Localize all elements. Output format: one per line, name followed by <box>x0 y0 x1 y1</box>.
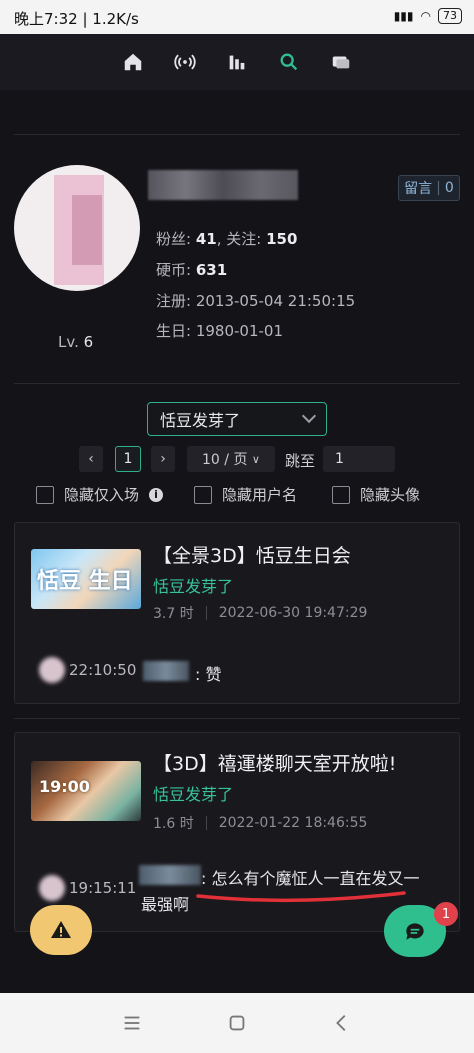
goto-input[interactable]: 1 <box>323 446 395 472</box>
checkbox-hide-entry[interactable]: 隐藏仅入场 i <box>36 484 164 505</box>
card-title[interactable]: 【全景3D】恬豆生日会 <box>153 541 351 568</box>
checkbox[interactable] <box>36 485 54 504</box>
checkbox[interactable] <box>332 485 350 504</box>
signal-icon: ▮▮▮ <box>393 9 414 23</box>
comment-user-blurred <box>139 865 201 885</box>
card-thumbnail[interactable]: 19:00 <box>31 761 141 821</box>
info-icon[interactable]: i <box>149 487 164 502</box>
search-icon[interactable] <box>276 49 302 75</box>
coins-stat: 硬币: 631 <box>156 261 228 279</box>
live-icon[interactable] <box>172 49 198 75</box>
current-page[interactable]: 1 <box>115 446 141 472</box>
ranking-icon[interactable] <box>224 49 250 75</box>
card-meta: 3.7 时 2022-06-30 19:47:29 <box>153 603 367 623</box>
checkbox-hide-avatar[interactable]: 隐藏头像 <box>332 484 420 505</box>
fans-follow-stat: 粉丝: 41, 关注: 150 <box>156 230 298 248</box>
goto-label: 跳至 <box>285 452 316 470</box>
next-page-button[interactable]: › <box>151 446 175 472</box>
prev-page-button[interactable]: ‹ <box>79 446 103 472</box>
comment-user-blurred <box>143 661 189 681</box>
card-date: 2022-06-30 19:47:29 <box>218 605 368 621</box>
comment-time: 19:15:11 <box>69 879 137 897</box>
chat-bubble-icon <box>406 923 424 940</box>
comment-time: 22:10:50 <box>69 661 137 679</box>
comment-text: : 赞 <box>195 665 222 684</box>
back-icon[interactable] <box>331 1012 353 1034</box>
comment-text: : 怎么有个魔怔人一直在发又一 <box>201 869 420 888</box>
top-nav <box>0 34 474 90</box>
divider <box>14 718 460 719</box>
home-icon[interactable] <box>120 49 146 75</box>
status-icons: ▮▮▮ ◠ 73 <box>394 8 462 24</box>
card-date: 2022-01-22 18:46:55 <box>218 815 368 831</box>
checkbox-hide-username[interactable]: 隐藏用户名 <box>194 484 297 505</box>
comment-avatar <box>39 875 65 901</box>
card-duration: 3.7 时 <box>153 606 194 622</box>
avatar[interactable] <box>14 165 140 291</box>
battery-icon: 73 <box>438 8 462 24</box>
report-button[interactable] <box>30 905 92 955</box>
menu-icon[interactable] <box>121 1012 143 1034</box>
chevron-down-icon: ∨ <box>251 452 260 466</box>
per-page-select[interactable]: 10 / 页 ∨ <box>187 446 275 472</box>
username-blurred <box>148 170 298 200</box>
register-stat: 注册: 2013-05-04 21:50:15 <box>156 292 356 310</box>
card-duration: 1.6 时 <box>153 816 194 832</box>
notification-badge: 1 <box>434 902 458 926</box>
card-thumbnail[interactable]: 恬豆 生日 <box>31 549 141 609</box>
select-value: 恬豆发芽了 <box>160 411 241 430</box>
card-author[interactable]: 恬豆发芽了 <box>153 573 233 597</box>
comment-text-continued: 最强啊 <box>141 895 190 914</box>
divider <box>14 383 460 384</box>
wifi-icon: ◠ <box>420 9 431 23</box>
divider <box>14 134 460 135</box>
system-nav-bar <box>0 993 474 1053</box>
birthday-stat: 生日: 1980-01-01 <box>156 322 284 340</box>
card-meta: 1.6 时 2022-01-22 18:46:55 <box>153 813 367 833</box>
status-bar: 晚上7:32 | 1.2K/s ▮▮▮ ◠ 73 <box>0 0 474 34</box>
checkbox[interactable] <box>194 485 212 504</box>
chevron-down-icon <box>301 408 317 424</box>
streamer-select[interactable]: 恬豆发芽了 <box>147 402 327 436</box>
comment-avatar <box>39 657 65 683</box>
message-button[interactable]: 留言 | 0 <box>398 175 460 201</box>
messages-icon[interactable] <box>328 49 354 75</box>
card-title[interactable]: 【3D】禧運楼聊天室开放啦! <box>153 749 396 776</box>
status-time: 晚上7:32 | 1.2K/s <box>14 10 139 28</box>
live-record-card[interactable]: 恬豆 生日 【全景3D】恬豆生日会 恬豆发芽了 3.7 时 2022-06-30… <box>14 522 460 704</box>
level-text: Lv. 6 <box>58 333 94 351</box>
home-square-icon[interactable] <box>226 1012 248 1034</box>
card-author[interactable]: 恬豆发芽了 <box>153 781 233 805</box>
warning-icon <box>51 921 71 938</box>
red-underline-annotation <box>196 891 406 903</box>
